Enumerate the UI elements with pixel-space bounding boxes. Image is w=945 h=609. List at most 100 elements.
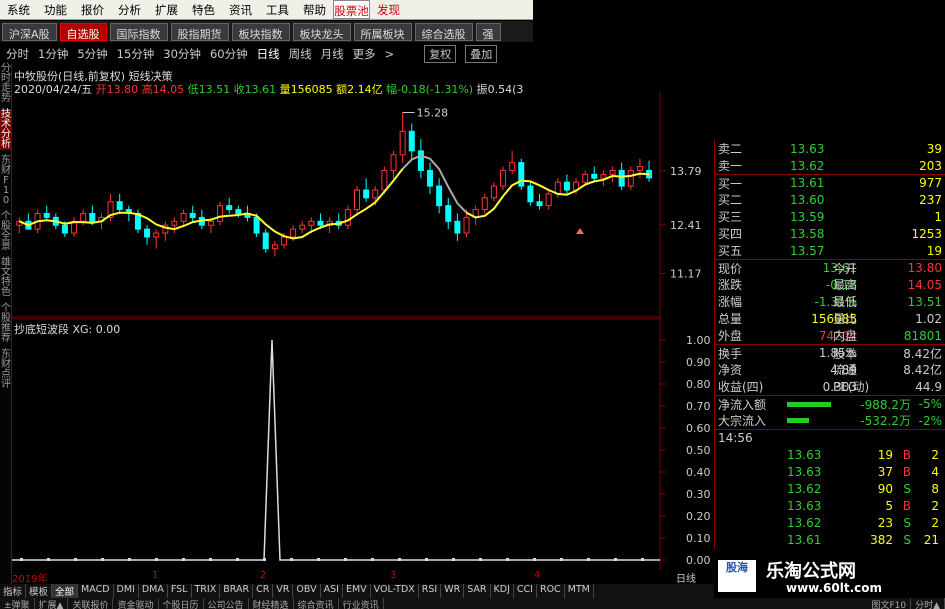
stat-label-2: 量比	[833, 312, 858, 326]
menu-item-5[interactable]: 特色	[185, 0, 222, 19]
left-tab-1[interactable]: 技术分析	[0, 110, 12, 150]
tab-7[interactable]: 综合选股	[414, 22, 473, 41]
indicator-tab-9[interactable]: CR	[253, 584, 274, 598]
indicator-tab-10[interactable]: VR	[273, 584, 294, 598]
candle-body	[381, 169, 388, 191]
period-1[interactable]: 1分钟	[38, 46, 68, 62]
info-tab-5[interactable]: 公司公告	[204, 598, 249, 609]
left-tab-5[interactable]: 个股推荐	[0, 304, 12, 344]
tab-2[interactable]: 国际指数	[109, 22, 168, 41]
menu-item-1[interactable]: 功能	[37, 0, 74, 19]
period-4[interactable]: 30分钟	[163, 46, 201, 62]
info-tab-7[interactable]: 综合资讯	[294, 598, 339, 609]
left-tab-3[interactable]: 个股全景	[0, 212, 12, 252]
stat2-label: 收益(四)	[718, 380, 764, 394]
left-tab-6[interactable]: 东财点评	[0, 350, 12, 390]
flow-row-1: 大宗流入 -532.2万 -2%	[715, 412, 945, 429]
period-6[interactable]: 日线	[257, 46, 280, 62]
tick-volume: 90	[877, 481, 893, 496]
info-tab-2[interactable]: 关联报价	[68, 598, 114, 609]
menu-item-6[interactable]: 资讯	[222, 0, 259, 19]
indicator-tab-15[interactable]: RSI	[419, 584, 442, 598]
indicator-tab-5[interactable]: DMA	[139, 584, 168, 598]
bid-price: 13.60	[790, 192, 825, 207]
indicator-tab-2[interactable]: 全部	[52, 584, 79, 598]
left-tab-0[interactable]: 分时走势	[0, 64, 12, 104]
tick-time: 14:56	[718, 431, 753, 445]
info-tab-1[interactable]: 扩展▲	[35, 598, 69, 609]
info-right-0[interactable]: 图文F10	[867, 598, 912, 609]
indicator-tab-7[interactable]: TRIX	[192, 584, 221, 598]
indicator-tab-3[interactable]: MACD	[78, 584, 114, 598]
period-0[interactable]: 分时	[6, 46, 29, 62]
candle-body	[399, 130, 406, 156]
period-7[interactable]: 周线	[289, 46, 312, 62]
indicator-tab-8[interactable]: BRAR	[220, 584, 254, 598]
period-2[interactable]: 5分钟	[77, 46, 107, 62]
indicator-tab-1[interactable]: 模板	[26, 584, 53, 598]
menu-item-4[interactable]: 扩展	[148, 0, 185, 19]
sub-tick-label: 0.10	[686, 532, 711, 545]
indicator-tab-11[interactable]: OBV	[293, 584, 321, 598]
tab-5[interactable]: 板块龙头	[292, 22, 351, 41]
info-tab-0[interactable]: ±弹聚	[0, 598, 35, 609]
bid-volume: 1253	[911, 226, 942, 241]
period-3[interactable]: 15分钟	[117, 46, 155, 62]
period-8[interactable]: 月线	[321, 46, 344, 62]
menu-item-3[interactable]: 分析	[111, 0, 148, 19]
menu-item-0[interactable]: 系统	[0, 0, 37, 19]
indicator-tab-18[interactable]: KDJ	[491, 584, 514, 598]
stat-label: 总量	[718, 312, 743, 326]
info-right-1[interactable]: 分时▲	[911, 598, 945, 609]
tab-3[interactable]: 股指期货	[170, 22, 229, 41]
indicator-tab-12[interactable]: ASI	[321, 584, 343, 598]
indicator-tab-21[interactable]: MTM	[565, 584, 594, 598]
indicator-tab-17[interactable]: SAR	[464, 584, 491, 598]
menu-item-8[interactable]: 帮助	[296, 0, 333, 19]
left-tab-2[interactable]: 东财F10	[0, 156, 12, 206]
info-tab-6[interactable]: 财经精选	[249, 598, 294, 609]
signal-dot	[506, 558, 509, 561]
tab-0[interactable]: 沪深A股	[2, 22, 57, 41]
period-label: 日线	[676, 574, 696, 585]
indicator-tab-4[interactable]: DMI	[114, 584, 139, 598]
tick-side: S	[903, 532, 911, 547]
menu-item-2[interactable]: 报价	[74, 0, 111, 19]
ask-price: 13.62	[790, 158, 825, 173]
tick-price: 13.63	[787, 498, 822, 513]
info-tab-8[interactable]: 行业资讯	[339, 598, 384, 609]
candlestick-chart[interactable]: 13.79 12.41 11.17 15.28	[12, 92, 714, 318]
candle-body	[600, 173, 607, 179]
left-tab-4[interactable]: 雄文特色	[0, 258, 12, 298]
tab-6[interactable]: 所属板块	[353, 22, 412, 41]
tab-4[interactable]: 板块指数	[231, 22, 290, 41]
ask-label: 卖二	[718, 142, 743, 156]
period-button-0[interactable]: 复权	[424, 45, 457, 63]
indicator-tab-6[interactable]: FSL	[168, 584, 192, 598]
signal-indicator-chart[interactable]: 1.00 0.90 0.80 0.70 0.60 0.50 0.40 0.30 0.20 0.10…	[12, 318, 714, 570]
stat-value-2: 81801	[903, 328, 942, 343]
signal-dot	[533, 558, 536, 561]
indicator-tab-14[interactable]: VOL-TDX	[371, 584, 419, 598]
tick-count: 2	[931, 498, 939, 513]
candle-body	[61, 224, 68, 234]
indicator-tab-13[interactable]: EMV	[343, 584, 371, 598]
watermark: 股海 乐淘公式网 www.60lt.com	[714, 552, 945, 598]
period-9[interactable]: 更多	[353, 46, 376, 62]
stat-row-1: 涨跌 -0.18 最高 14.05	[715, 276, 945, 293]
menu-item-7[interactable]: 工具	[259, 0, 296, 19]
indicator-tab-20[interactable]: ROC	[537, 584, 565, 598]
period-button-1[interactable]: 叠加	[465, 45, 498, 63]
period-5[interactable]: 60分钟	[210, 46, 248, 62]
indicator-tab-19[interactable]: CCI	[514, 584, 537, 598]
info-tab-4[interactable]: 个股日历	[159, 598, 204, 609]
menu-item-10[interactable]: 发现	[370, 0, 407, 19]
tab-8[interactable]: 强	[475, 22, 501, 41]
indicator-tab-0[interactable]: 指标	[0, 584, 27, 598]
indicator-tab-16[interactable]: WR	[441, 584, 465, 598]
period-more-arrow-icon[interactable]: >	[385, 47, 395, 61]
info-tab-3[interactable]: 资金驱动	[113, 598, 159, 609]
candle-body	[171, 220, 178, 226]
menu-item-9[interactable]: 股票池	[333, 0, 370, 19]
tab-1[interactable]: 自选股	[59, 22, 107, 41]
